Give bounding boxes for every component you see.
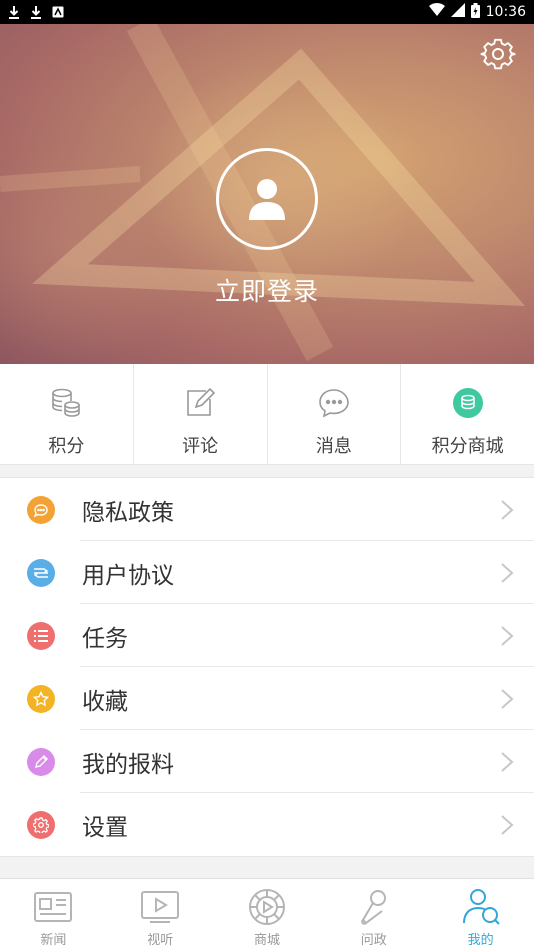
user-profile-icon bbox=[459, 887, 503, 927]
bottom-nav: 新闻 视听 商城 问政 我的 bbox=[0, 878, 534, 950]
signal-icon bbox=[450, 3, 465, 21]
quick-tab-comments[interactable]: 评论 bbox=[134, 364, 268, 464]
coins-stack-icon bbox=[49, 386, 83, 420]
privacy-icon bbox=[27, 496, 55, 524]
menu-item-favorites[interactable]: 收藏 bbox=[0, 667, 534, 730]
points-mall-icon bbox=[451, 386, 485, 420]
status-bar: 10:36 bbox=[0, 0, 534, 24]
microphone-icon bbox=[352, 887, 396, 927]
user-icon bbox=[249, 179, 285, 220]
avatar[interactable] bbox=[216, 148, 318, 250]
task-list-icon bbox=[27, 622, 55, 650]
edit-note-icon bbox=[183, 386, 217, 420]
pencil-icon bbox=[27, 748, 55, 776]
nav-label: 视听 bbox=[147, 933, 174, 948]
wifi-icon bbox=[428, 3, 445, 21]
menu-item-label: 任务 bbox=[82, 625, 128, 652]
newspaper-icon bbox=[31, 887, 75, 927]
nav-mall[interactable]: 商城 bbox=[214, 879, 321, 950]
menu-item-label: 用户协议 bbox=[82, 562, 174, 589]
quick-tab-label: 评论 bbox=[182, 436, 219, 457]
menu-list: 隐私政策 用户协议 任务 收藏 我的报料 设置 bbox=[0, 477, 534, 857]
settings-icon bbox=[27, 811, 55, 839]
menu-item-label: 隐私政策 bbox=[82, 499, 174, 526]
download-icon bbox=[8, 5, 20, 19]
chevron-right-icon bbox=[501, 500, 514, 520]
nav-news[interactable]: 新闻 bbox=[0, 879, 107, 950]
chevron-right-icon bbox=[501, 752, 514, 772]
nav-label: 新闻 bbox=[40, 933, 67, 948]
chat-bubble-icon bbox=[317, 386, 351, 420]
quick-tab-points[interactable]: 积分 bbox=[0, 364, 134, 464]
quick-tab-points-mall[interactable]: 积分商城 bbox=[401, 364, 534, 464]
menu-item-settings[interactable]: 设置 bbox=[0, 793, 534, 856]
quick-tabs: 积分 评论 消息 积分商城 bbox=[0, 364, 534, 465]
nav-label: 商城 bbox=[253, 933, 280, 948]
menu-item-label: 收藏 bbox=[82, 688, 128, 715]
star-icon bbox=[27, 685, 55, 713]
chevron-right-icon bbox=[501, 689, 514, 709]
quick-tab-label: 积分 bbox=[48, 436, 85, 457]
profile-header: 立即登录 bbox=[0, 24, 534, 364]
nav-me[interactable]: 我的 bbox=[427, 879, 534, 950]
chevron-right-icon bbox=[501, 626, 514, 646]
chevron-right-icon bbox=[501, 563, 514, 583]
quick-tab-messages[interactable]: 消息 bbox=[268, 364, 402, 464]
nav-label: 我的 bbox=[467, 933, 494, 948]
app-notification-icon bbox=[52, 5, 64, 19]
nav-label: 问政 bbox=[360, 933, 387, 948]
menu-item-tasks[interactable]: 任务 bbox=[0, 604, 534, 667]
menu-item-privacy[interactable]: 隐私政策 bbox=[0, 478, 534, 541]
mall-icon bbox=[245, 887, 289, 927]
battery-icon bbox=[470, 2, 480, 22]
agreement-icon bbox=[27, 559, 55, 587]
status-time: 10:36 bbox=[485, 4, 526, 20]
video-play-icon bbox=[138, 887, 182, 927]
menu-item-label: 我的报料 bbox=[82, 751, 174, 778]
quick-tab-label: 积分商城 bbox=[431, 436, 504, 457]
download-icon bbox=[30, 5, 42, 19]
login-link[interactable]: 立即登录 bbox=[0, 272, 534, 308]
nav-inquiry[interactable]: 问政 bbox=[320, 879, 427, 950]
quick-tab-label: 消息 bbox=[315, 436, 352, 457]
menu-item-user-agreement[interactable]: 用户协议 bbox=[0, 541, 534, 604]
chevron-right-icon bbox=[501, 815, 514, 835]
settings-gear-icon[interactable] bbox=[480, 36, 516, 72]
menu-item-my-reports[interactable]: 我的报料 bbox=[0, 730, 534, 793]
nav-video[interactable]: 视听 bbox=[107, 879, 214, 950]
menu-item-label: 设置 bbox=[82, 814, 128, 841]
